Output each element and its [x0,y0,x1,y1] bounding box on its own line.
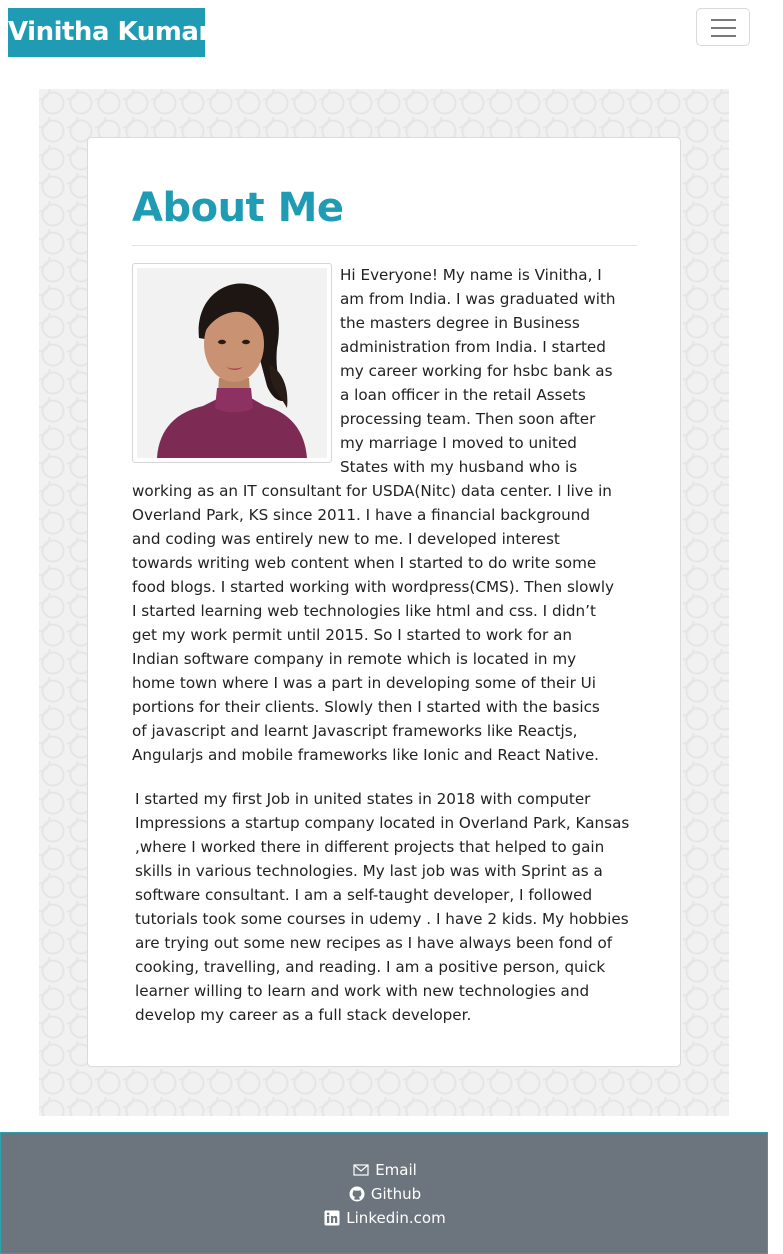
hamburger-menu-icon-bar [711,35,736,37]
github-link-label: Github [370,1185,422,1203]
hamburger-menu-icon [711,19,736,21]
linkedin-link[interactable]: Linkedin.com [1,1207,769,1229]
page-title: About Me [132,185,344,231]
hamburger-menu-icon-bar [711,27,736,29]
navbar-toggler-button[interactable] [696,8,750,46]
navbar: Vinitha Kumar [0,0,768,70]
about-paragraph-2: I started my first Job in united states … [135,790,630,1024]
envelope-icon [353,1163,369,1176]
email-link-label: Email [375,1161,417,1179]
about-paragraph-1: Hi Everyone! My name is Vinitha, I am fr… [132,266,616,764]
github-icon [349,1186,365,1201]
footer: Email Github Linkedin.com [0,1132,768,1254]
title-divider [132,245,637,246]
github-link[interactable]: Github [1,1183,769,1205]
linkedin-icon [324,1210,340,1225]
email-link[interactable]: Email [1,1159,769,1181]
linkedin-link-label: Linkedin.com [346,1209,446,1227]
brand-logo[interactable]: Vinitha Kumar [8,8,211,57]
